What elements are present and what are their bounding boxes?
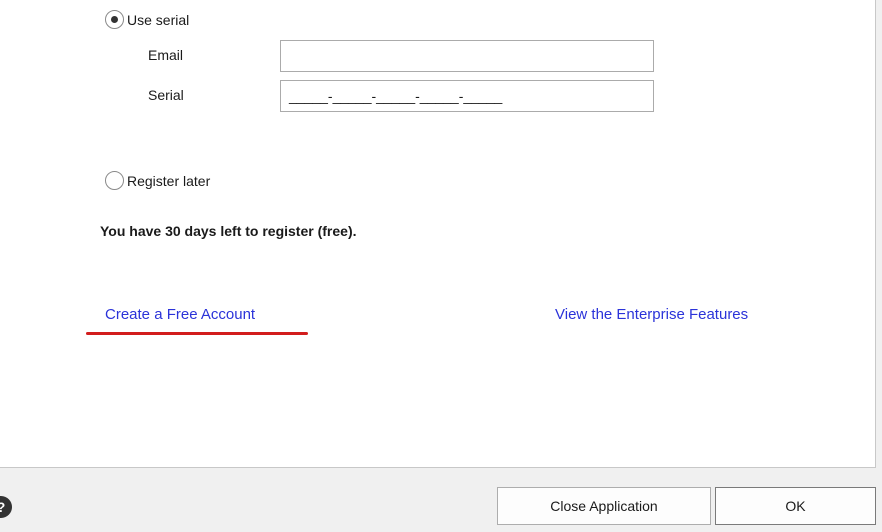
register-later-radio[interactable] <box>105 171 124 190</box>
register-later-label: Register later <box>127 172 211 189</box>
email-field[interactable] <box>280 40 654 72</box>
trial-days-notice: You have 30 days left to register (free)… <box>100 223 357 239</box>
use-serial-label: Use serial <box>127 11 190 28</box>
serial-field[interactable]: _____-_____-_____-_____-_____ <box>280 80 654 112</box>
enterprise-features-link[interactable]: View the Enterprise Features <box>555 306 748 323</box>
content-panel: Use serial Email Serial _____-_____-____… <box>0 0 876 468</box>
register-later-option[interactable]: Register later <box>105 171 210 190</box>
radio-selected-dot <box>111 16 118 23</box>
email-label: Email <box>148 47 184 63</box>
help-icon[interactable]: ? <box>0 496 12 518</box>
close-application-button[interactable]: Close Application <box>497 487 711 525</box>
use-serial-radio[interactable] <box>105 10 124 29</box>
highlight-underline <box>86 332 308 335</box>
use-serial-option[interactable]: Use serial <box>105 10 189 29</box>
create-account-link[interactable]: Create a Free Account <box>105 306 255 323</box>
ok-button[interactable]: OK <box>715 487 876 525</box>
serial-label: Serial <box>148 87 184 103</box>
registration-dialog: Use serial Email Serial _____-_____-____… <box>0 0 882 532</box>
